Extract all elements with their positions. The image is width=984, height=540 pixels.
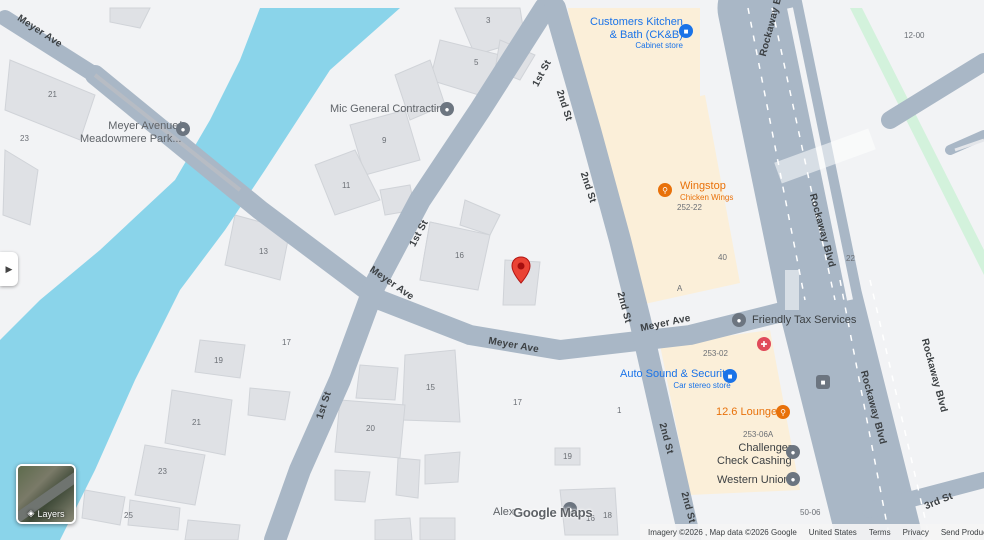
poi-western-union[interactable]: Western Union <box>717 474 790 487</box>
poi-wingstop[interactable]: Wingstop Chicken Wings <box>680 180 733 202</box>
layers-button[interactable]: ◈ Layers <box>16 464 76 524</box>
house-number: 22 <box>846 254 855 263</box>
house-number: 40 <box>718 253 727 262</box>
imagery-attribution: Imagery ©2026 , Map data ©2026 Google <box>648 527 797 537</box>
poi-alex[interactable]: Alex <box>493 506 514 519</box>
side-panel-toggle[interactable]: ▶ <box>0 252 18 286</box>
house-number: 253-06A <box>743 430 774 439</box>
terms-link[interactable]: Terms <box>869 528 891 537</box>
house-number: 50-06 <box>800 508 821 517</box>
restaurant-icon[interactable]: ⚲ <box>776 405 790 419</box>
poi-lounge[interactable]: 12.6 Lounge <box>716 406 777 419</box>
house-number: 19 <box>563 452 572 461</box>
shopping-bag-icon[interactable]: ■ <box>723 369 737 383</box>
house-number: 15 <box>426 383 435 392</box>
poi-name: Meadowmere Park... <box>80 132 182 145</box>
house-number: 12-00 <box>904 31 925 40</box>
restaurant-icon[interactable]: ⚲ <box>658 183 672 197</box>
transit-station-icon[interactable]: ● <box>176 122 190 136</box>
house-number: 21 <box>48 90 57 99</box>
poi-challenger[interactable]: Challenger Check Cashing <box>717 442 792 467</box>
house-number: 21 <box>192 418 201 427</box>
privacy-link[interactable]: Privacy <box>903 528 929 537</box>
poi-friendly-tax[interactable]: Friendly Tax Services <box>752 314 856 327</box>
house-number: 1 <box>617 406 622 415</box>
house-number: 253-02 <box>703 349 728 358</box>
house-number: 3 <box>486 16 491 25</box>
house-number: A <box>677 284 683 293</box>
house-number: 13 <box>259 247 268 256</box>
map-canvas[interactable] <box>0 0 984 540</box>
house-number: 17 <box>282 338 291 347</box>
poi-auto-sound[interactable]: Auto Sound & Security Car stereo store <box>620 368 731 390</box>
place-icon[interactable]: ● <box>440 102 454 116</box>
poi-mic-general[interactable]: Mic General Contracting <box>330 103 449 116</box>
house-number: 20 <box>366 424 375 433</box>
house-number: 19 <box>214 356 223 365</box>
place-icon[interactable]: ● <box>786 445 800 459</box>
poi-category: Chicken Wings <box>680 192 734 202</box>
house-number: 17 <box>513 398 522 407</box>
google-maps-logo: Google Maps <box>513 505 593 520</box>
attribution-bar: Imagery ©2026 , Map data ©2026 Google Un… <box>640 524 984 540</box>
chevron-right-icon: ▶ <box>5 263 13 274</box>
country-link[interactable]: United States <box>809 528 857 537</box>
bus-stop-icon[interactable]: ■ <box>816 375 830 389</box>
layers-icon: ◈ <box>27 508 35 518</box>
poi-name: Auto Sound & Security <box>620 368 731 380</box>
poi-category: Cabinet store <box>635 41 683 51</box>
poi-name: Check Cashing <box>717 454 792 467</box>
layers-label: Layers <box>37 508 65 519</box>
poi-name: & Bath (CK&B) <box>609 28 683 41</box>
feedback-link[interactable]: Send Product Feedback <box>941 528 984 537</box>
shopping-bag-icon[interactable]: ■ <box>679 24 693 38</box>
location-pin-icon[interactable] <box>511 256 531 284</box>
poi-name: Wingstop <box>680 180 726 192</box>
poi-customers-kitchen[interactable]: Customers Kitchen & Bath (CK&B) Cabinet … <box>590 16 683 50</box>
house-number: 5 <box>474 58 479 67</box>
house-number: 23 <box>158 467 167 476</box>
house-number: 9 <box>382 136 387 145</box>
poi-meyer-station[interactable]: Meyer Avenue/ Meadowmere Park... <box>80 120 181 145</box>
house-number: 11 <box>342 181 351 190</box>
poi-category: Car stereo store <box>673 380 731 390</box>
poi-name: Customers Kitchen <box>590 16 683 28</box>
house-number: 16 <box>455 251 464 260</box>
place-icon[interactable]: ● <box>786 472 800 486</box>
house-number: 25 <box>124 511 133 520</box>
house-number: 18 <box>603 511 612 520</box>
poi-name: Challenger <box>738 442 792 454</box>
place-icon[interactable]: ● <box>732 313 746 327</box>
health-icon[interactable]: ✚ <box>757 337 771 351</box>
house-number: 23 <box>20 134 29 143</box>
house-number: 252-22 <box>677 203 702 212</box>
poi-name: Meyer Avenue/ <box>108 120 182 132</box>
